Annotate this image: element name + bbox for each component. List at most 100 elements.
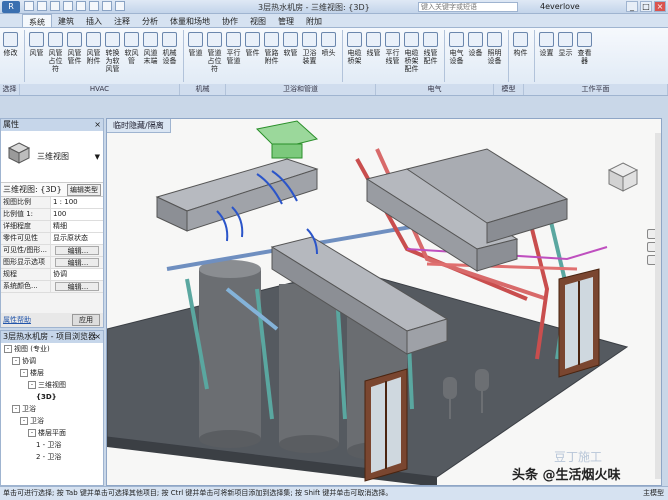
tool-button-17[interactable]: 电缆桥架 — [346, 30, 363, 82]
text-icon[interactable] — [102, 1, 112, 11]
expand-toggle-icon[interactable]: - — [20, 369, 28, 377]
redo-icon[interactable] — [63, 1, 73, 11]
tool-button-18[interactable]: 线管 — [365, 30, 382, 82]
save-icon[interactable] — [37, 1, 47, 11]
properties-help-link[interactable]: 属性帮助 — [3, 315, 31, 325]
tool-button-12[interactable]: 管件 — [244, 30, 261, 82]
property-value[interactable]: 1 : 100 — [51, 197, 103, 208]
property-row[interactable]: 可见性/图形... 编辑... — [1, 245, 103, 257]
edit-button[interactable]: 编辑... — [55, 246, 99, 255]
expand-toggle-icon[interactable]: - — [20, 417, 28, 425]
model-view[interactable] — [107, 119, 662, 486]
tool-button-16[interactable]: 喷头 — [320, 30, 337, 82]
tool-button-24[interactable]: 照明设备 — [486, 30, 503, 82]
door[interactable] — [364, 368, 408, 482]
tab-6[interactable]: 协作 — [216, 14, 244, 27]
tool-button-5[interactable]: 转换为软风管 — [104, 30, 121, 82]
tool-button-1[interactable]: 风管 — [28, 30, 45, 82]
tool-button-28[interactable]: 查看器 — [576, 30, 593, 82]
tool-button-20[interactable]: 电缆桥架配件 — [403, 30, 420, 82]
tree-node[interactable]: 1 - 卫浴 — [1, 439, 103, 451]
tag-icon[interactable] — [89, 1, 99, 11]
close-button[interactable]: × — [654, 1, 666, 12]
3d-viewport[interactable]: 临时隐藏/隔离 — [106, 118, 662, 486]
tool-button-21[interactable]: 线管配件 — [422, 30, 439, 82]
tool-button-14[interactable]: 软管 — [282, 30, 299, 82]
expand-toggle-icon[interactable]: - — [28, 429, 36, 437]
type-selector[interactable]: 三维视图 ▼ — [1, 131, 103, 183]
property-row[interactable]: 图形显示选项 编辑... — [1, 257, 103, 269]
tab-4[interactable]: 分析 — [136, 14, 164, 27]
tool-button-25[interactable]: 构件 — [512, 30, 529, 82]
water-tank[interactable] — [279, 284, 339, 453]
close-icon[interactable]: × — [94, 331, 101, 343]
tab-0[interactable]: 系统 — [22, 14, 52, 27]
green-duct[interactable] — [255, 120, 319, 159]
tree-node[interactable]: - 协调 — [1, 355, 103, 367]
chevron-down-icon[interactable]: ▼ — [95, 153, 100, 161]
application-menu-button[interactable]: R — [2, 1, 20, 13]
tool-button-6[interactable]: 软风管 — [123, 30, 140, 82]
tree-node[interactable]: - 视图 (专业) — [1, 343, 103, 355]
open-icon[interactable] — [24, 1, 34, 11]
tab-9[interactable]: 附加 — [300, 14, 328, 27]
property-value[interactable]: 协调 — [51, 269, 103, 280]
tree-node[interactable]: 2 - 卫浴 — [1, 451, 103, 463]
tool-button-15[interactable]: 卫浴装置 — [301, 30, 318, 82]
property-row[interactable]: 比例值 1: 100 — [1, 209, 103, 221]
measure-icon[interactable] — [76, 1, 86, 11]
tree-node[interactable]: {3D} — [1, 391, 103, 403]
tool-button-7[interactable]: 风道末端 — [142, 30, 159, 82]
tool-button-27[interactable]: 显示 — [557, 30, 574, 82]
apply-button[interactable]: 应用 — [72, 314, 100, 326]
edit-button[interactable]: 编辑... — [55, 258, 99, 267]
tool-button-26[interactable]: 设置 — [538, 30, 555, 82]
expand-toggle-icon[interactable]: - — [12, 357, 20, 365]
expand-toggle-icon[interactable]: - — [4, 345, 12, 353]
tool-button-11[interactable]: 平行管道 — [225, 30, 242, 82]
edit-type-button[interactable]: 编辑类型 — [67, 183, 101, 196]
tool-button-0[interactable]: 修改 — [2, 30, 19, 82]
tab-8[interactable]: 管理 — [272, 14, 300, 27]
tool-button-13[interactable]: 管路附件 — [263, 30, 280, 82]
tree-node[interactable]: - 卫浴 — [1, 415, 103, 427]
tool-button-2[interactable]: 风管占位符 — [47, 30, 64, 82]
property-row[interactable]: 视图比例 1 : 100 — [1, 197, 103, 209]
property-row[interactable]: 零件可见性 显示原状态 — [1, 233, 103, 245]
property-row[interactable]: 规程 协调 — [1, 269, 103, 281]
tab-7[interactable]: 视图 — [244, 14, 272, 27]
property-value[interactable]: 100 — [51, 209, 103, 220]
viewcube[interactable] — [605, 159, 641, 195]
tool-button-9[interactable]: 管道 — [187, 30, 204, 82]
tree-node[interactable]: - 楼层 — [1, 367, 103, 379]
maximize-button[interactable]: □ — [640, 1, 652, 12]
tab-1[interactable]: 建筑 — [52, 14, 80, 27]
water-tank[interactable] — [199, 260, 261, 448]
tool-button-4[interactable]: 风管附件 — [85, 30, 102, 82]
status-model[interactable]: 主模型 — [643, 487, 664, 500]
property-value[interactable]: 精细 — [51, 221, 103, 232]
tool-button-23[interactable]: 设备 — [467, 30, 484, 82]
tab-3[interactable]: 注释 — [108, 14, 136, 27]
close-icon[interactable]: × — [94, 119, 101, 131]
tree-node[interactable]: - 卫浴 — [1, 403, 103, 415]
expand-toggle-icon[interactable]: - — [28, 381, 36, 389]
expand-toggle-icon[interactable]: - — [12, 405, 20, 413]
3d-view-icon[interactable] — [115, 1, 125, 11]
search-input[interactable]: 键入关键字或短语 — [418, 2, 518, 12]
tab-5[interactable]: 体量和场地 — [164, 14, 216, 27]
minimize-button[interactable]: _ — [626, 1, 638, 12]
instance-selector[interactable]: 三维视图: {3D} 编辑类型 — [1, 183, 103, 197]
tool-button-10[interactable]: 管道占位符 — [206, 30, 223, 82]
tree-node[interactable]: - 楼层平面 — [1, 427, 103, 439]
user-name[interactable]: 4everlove — [540, 2, 580, 11]
property-row[interactable]: 详细程度 精细 — [1, 221, 103, 233]
tool-button-22[interactable]: 电气设备 — [448, 30, 465, 82]
edit-button[interactable]: 编辑... — [55, 282, 99, 291]
property-value[interactable]: 显示原状态 — [51, 233, 103, 244]
vertical-scrollbar[interactable] — [655, 133, 661, 479]
property-row[interactable]: 系统颜色... 编辑... — [1, 281, 103, 293]
door[interactable] — [558, 268, 600, 378]
tool-button-3[interactable]: 风管管件 — [66, 30, 83, 82]
tree-node[interactable]: - 三维视图 — [1, 379, 103, 391]
